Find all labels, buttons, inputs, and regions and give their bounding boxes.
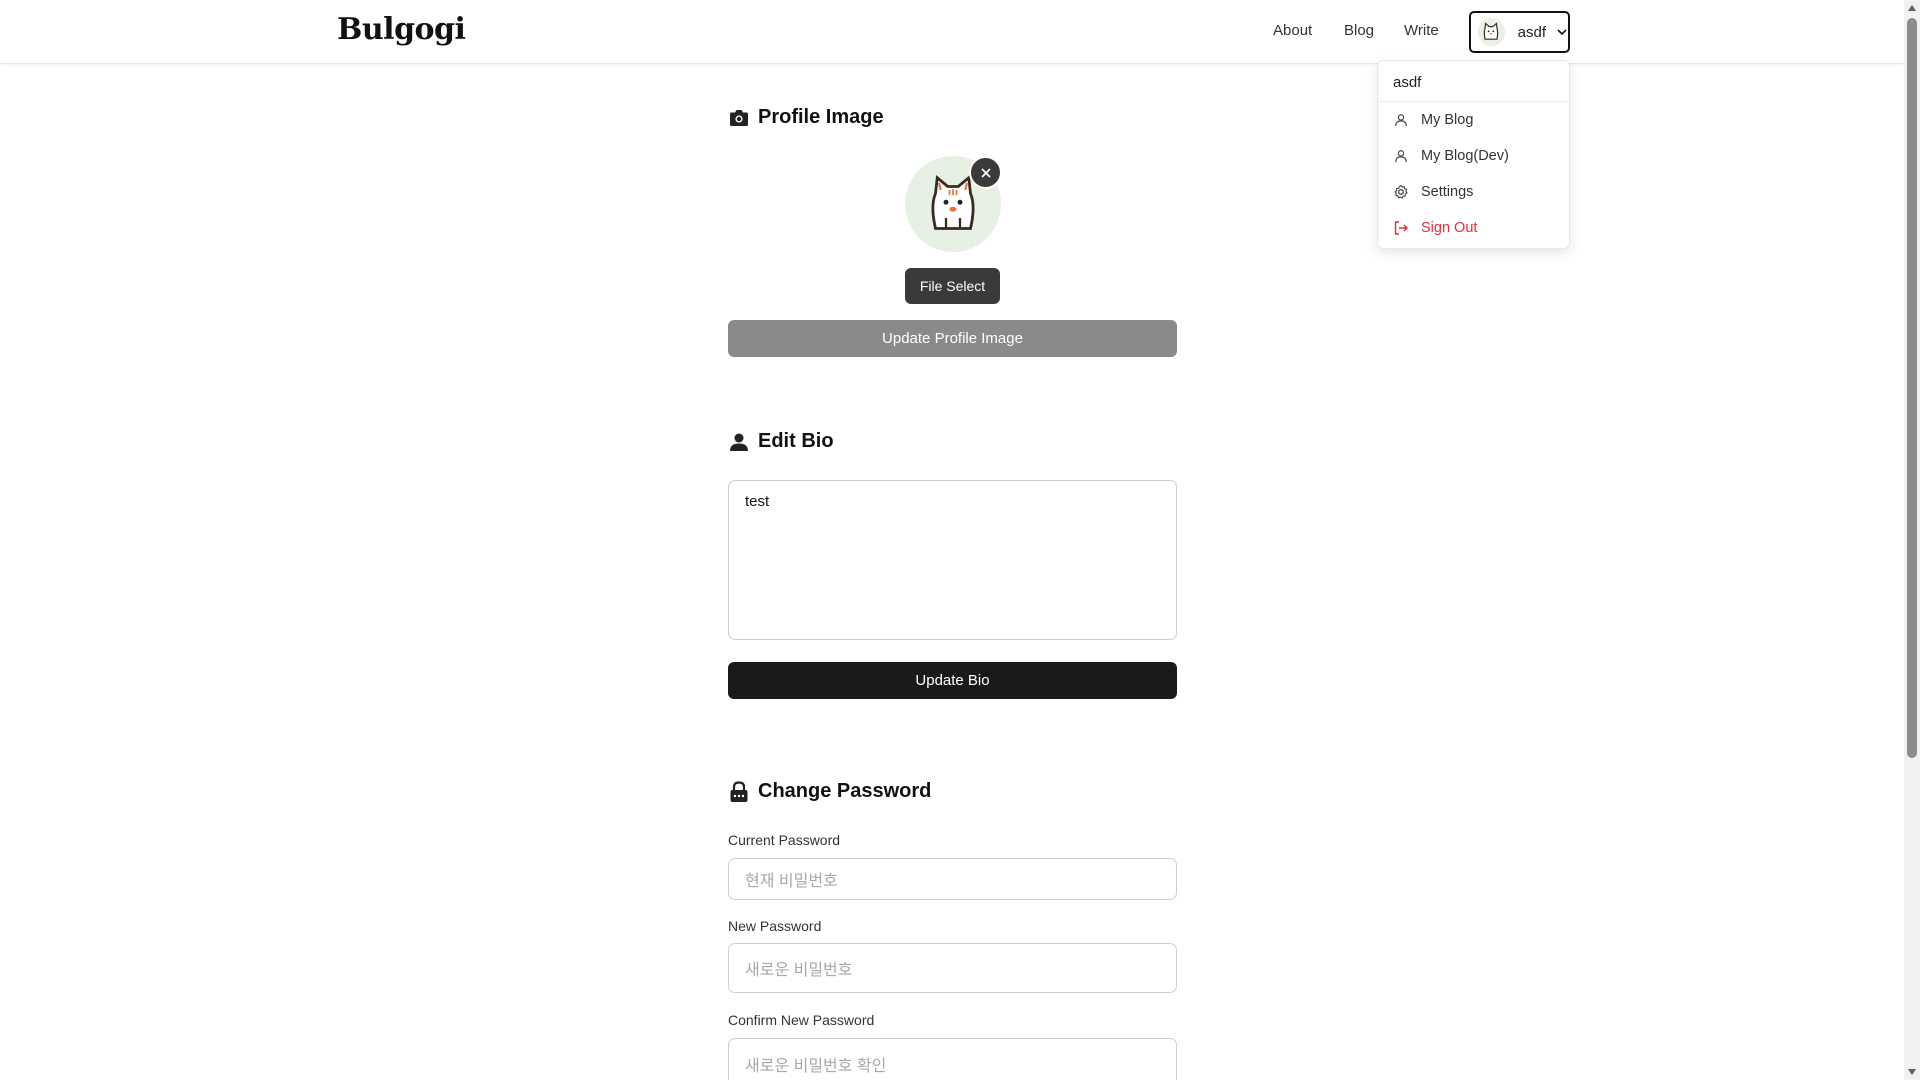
nav-write-link[interactable]: Write <box>1404 22 1439 39</box>
cat-avatar-icon <box>1484 22 1499 40</box>
nav-blog-link[interactable]: Blog <box>1344 22 1374 39</box>
top-header: Bulgogi About Blog Write asdf <box>0 0 1904 64</box>
bio-textarea[interactable]: test <box>728 480 1177 640</box>
dropdown-username: asdf <box>1378 61 1569 102</box>
scroll-down-arrow-icon[interactable] <box>1904 1064 1920 1080</box>
chevron-down-icon <box>1556 26 1568 38</box>
menu-item-settings[interactable]: Settings <box>1378 174 1569 210</box>
scroll-up-arrow-icon[interactable] <box>1904 0 1920 16</box>
gear-icon <box>1393 184 1409 200</box>
file-select-button[interactable]: File Select <box>905 268 1000 304</box>
remove-image-button[interactable] <box>969 156 1002 189</box>
nav-about-link[interactable]: About <box>1273 22 1312 39</box>
confirm-password-label: Confirm New Password <box>728 1012 875 1028</box>
user-icon <box>728 431 750 453</box>
current-password-input[interactable]: 현재 비밀번호 <box>728 858 1177 900</box>
site-logo[interactable]: Bulgogi <box>337 12 466 47</box>
section-title-label: Edit Bio <box>758 430 834 452</box>
menu-item-label: My Blog <box>1421 112 1474 128</box>
menu-item-my-blog[interactable]: My Blog <box>1378 102 1569 138</box>
section-title-label: Profile Image <box>758 106 884 128</box>
camera-icon <box>728 107 750 129</box>
menu-item-label: Settings <box>1421 184 1474 200</box>
confirm-password-input[interactable]: 새로운 비밀번호 확인 <box>728 1038 1177 1080</box>
new-password-input[interactable]: 새로운 비밀번호 <box>728 943 1177 993</box>
user-menu-button[interactable]: asdf <box>1469 11 1570 53</box>
close-icon <box>980 167 991 178</box>
update-profile-image-button[interactable]: Update Profile Image <box>728 320 1177 357</box>
change-password-heading: Change Password <box>728 780 931 803</box>
user-name: asdf <box>1517 23 1546 41</box>
profile-image-heading: Profile Image <box>728 106 884 129</box>
scrollbar-thumb[interactable] <box>1907 18 1917 758</box>
user-dropdown-menu: asdf My Blog My Blog(Dev) Settings Sign … <box>1377 60 1570 249</box>
menu-item-sign-out[interactable]: Sign Out <box>1378 210 1569 246</box>
avatar <box>1478 18 1505 46</box>
lock-icon <box>728 780 750 803</box>
user-icon <box>1393 112 1409 128</box>
edit-bio-heading: Edit Bio <box>728 430 834 453</box>
page-scrollbar[interactable] <box>1904 0 1920 1080</box>
update-bio-button[interactable]: Update Bio <box>728 662 1177 699</box>
menu-item-label: My Blog(Dev) <box>1421 148 1509 164</box>
new-password-label: New Password <box>728 918 822 934</box>
section-title-label: Change Password <box>758 780 932 802</box>
user-icon <box>1393 148 1409 164</box>
current-password-label: Current Password <box>728 832 841 848</box>
sign-out-icon <box>1393 220 1409 236</box>
menu-item-my-blog-dev[interactable]: My Blog(Dev) <box>1378 138 1569 174</box>
menu-item-label: Sign Out <box>1421 220 1478 236</box>
